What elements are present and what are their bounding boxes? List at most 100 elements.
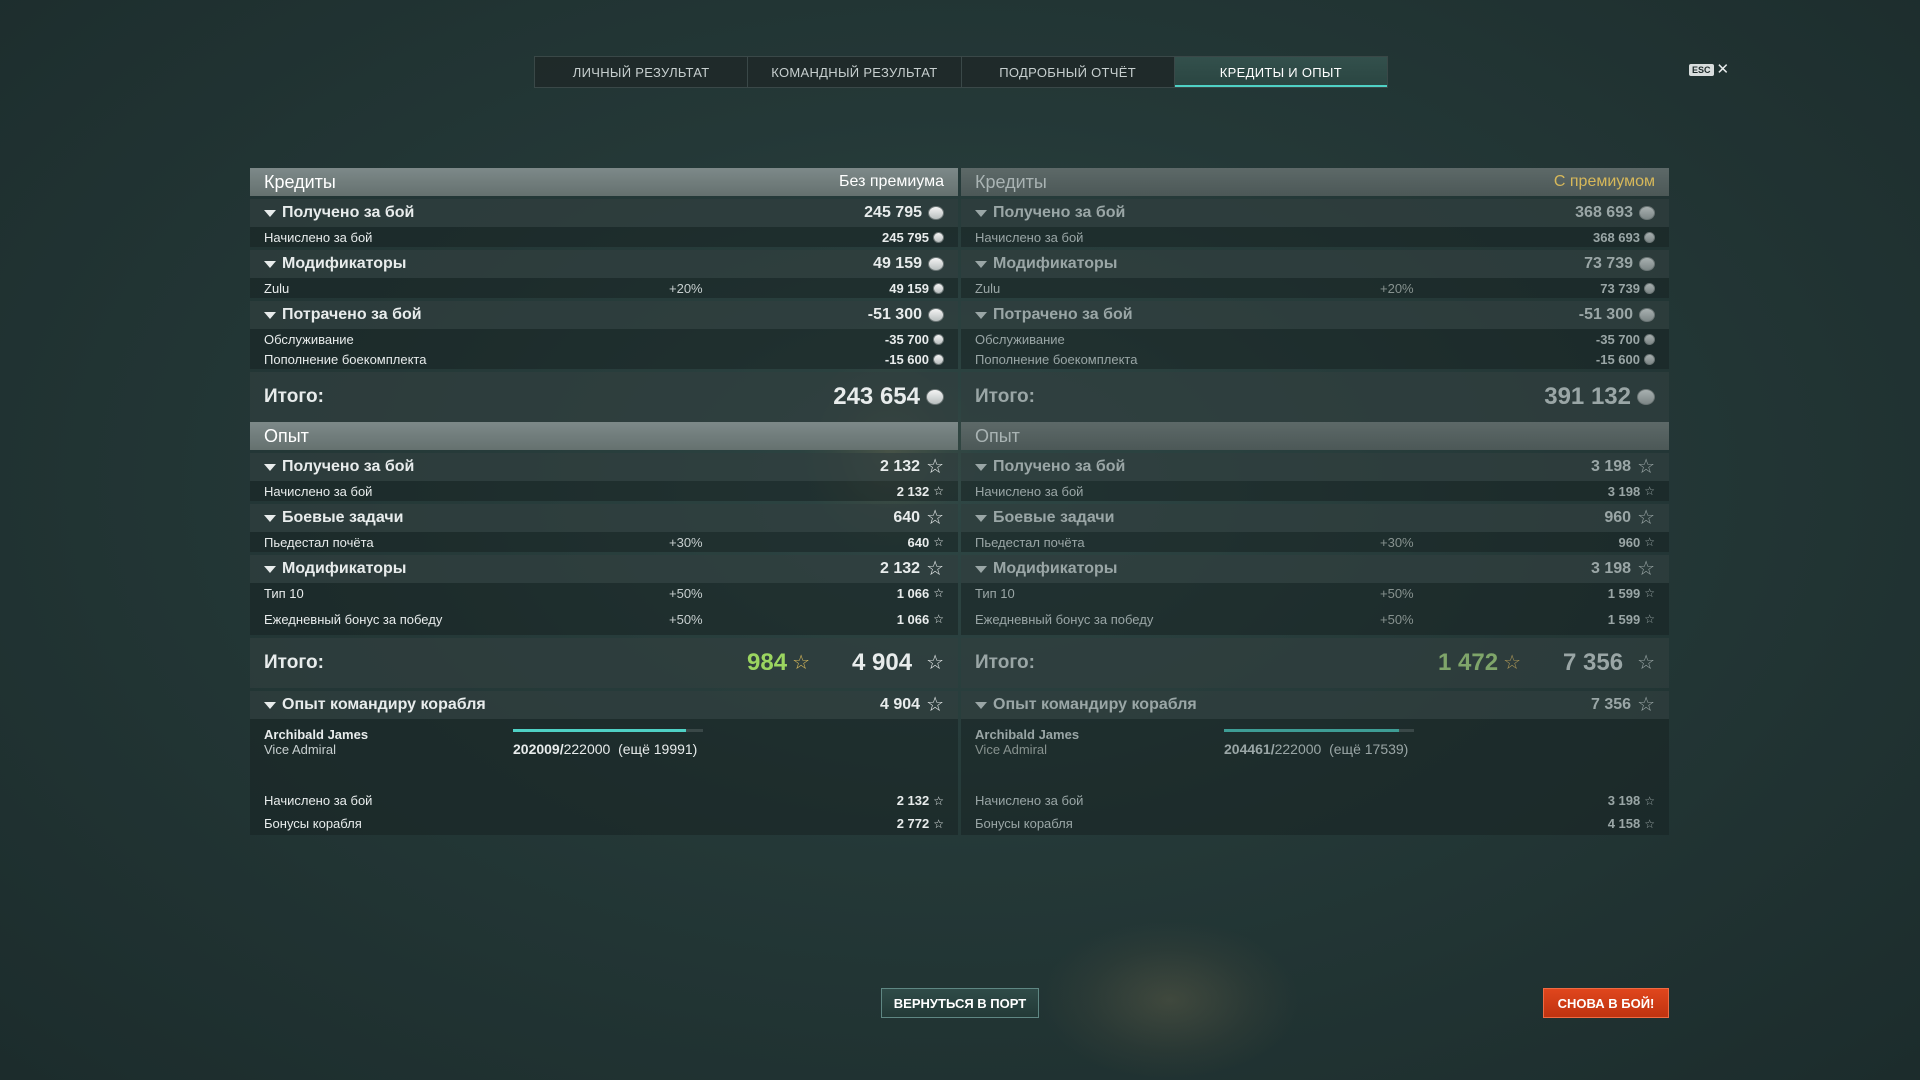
row-label: Начислено за бой: [264, 229, 373, 245]
progress-fill: [1224, 729, 1399, 732]
row-label: Бонусы корабля: [264, 816, 362, 831]
credits-earned-group[interactable]: Получено за бой 245 795: [250, 199, 958, 227]
group-value: 368 693: [1575, 204, 1633, 221]
group-value: 960: [1604, 509, 1632, 526]
commander-card: Archibald James Vice Admiral 202009/2220…: [250, 719, 958, 789]
row-label: Обслуживание: [975, 331, 1065, 347]
credits-title: Кредиты: [975, 171, 1047, 192]
row-value: 2 132: [896, 483, 930, 499]
xp-star-icon: ☆: [933, 793, 944, 808]
commander-progress-bar: [1224, 729, 1414, 732]
row-percent: +50%: [669, 611, 703, 627]
collapse-triangle-icon: [264, 260, 276, 268]
esc-key-icon: ESC: [1689, 63, 1714, 76]
commander-xp-group[interactable]: Опыт командиру корабля 4 904 ☆: [250, 691, 958, 719]
row-percent: +30%: [669, 534, 703, 550]
xp-earned-group[interactable]: Получено за бой 3 198 ☆: [961, 453, 1669, 481]
collapse-triangle-icon: [264, 514, 276, 522]
credits-spent-group[interactable]: Потрачено за бой -51 300: [250, 301, 958, 329]
mode-label: Без премиума: [839, 173, 944, 190]
xp-star-icon: ☆: [1637, 694, 1655, 716]
xp-total: Итого: 984 ☆ 4 904 ☆: [250, 638, 958, 688]
credits-modifiers-group[interactable]: Модификаторы 73 739: [961, 250, 1669, 278]
combat-missions-group[interactable]: Боевые задачи 640 ☆: [250, 504, 958, 532]
credits-total: Итого: 391 132: [961, 372, 1669, 422]
progress-current: 202009: [513, 741, 560, 757]
credits-header: Кредиты С премиумом: [961, 168, 1669, 196]
collapse-triangle-icon: [264, 463, 276, 471]
collapse-triangle-icon: [264, 311, 276, 319]
credits-earned-group[interactable]: Получено за бой 368 693: [961, 199, 1669, 227]
commander-xp-group[interactable]: Опыт командиру корабля 7 356 ☆: [961, 691, 1669, 719]
row-label: Zulu: [264, 280, 290, 296]
row-label: Пьедестал почёта: [975, 534, 1085, 550]
credits-title: Кредиты: [264, 171, 336, 192]
xp-row: Пьедестал почёта +30% 960 ☆: [961, 532, 1669, 552]
mode-label: С премиумом: [1553, 173, 1655, 190]
xp-star-icon: ☆: [1644, 535, 1655, 549]
base-xp-total: 984: [747, 649, 788, 676]
xp-row: Начислено за бой 3 198 ☆: [961, 789, 1669, 812]
xp-star-icon: ☆: [1503, 652, 1521, 674]
xp-modifiers-group[interactable]: Модификаторы 2 132 ☆: [250, 555, 958, 583]
group-label: Получено за бой: [993, 204, 1126, 221]
credit-coin-icon: [933, 333, 944, 345]
credits-spent-group[interactable]: Потрачено за бой -51 300: [961, 301, 1669, 329]
total-label: Итого:: [264, 652, 324, 673]
credit-coin-icon: [1639, 257, 1655, 271]
row-label: Ежедневный бонус за победу: [975, 611, 1154, 627]
credit-coin-icon: [1644, 282, 1655, 294]
background-island: [1040, 920, 1300, 1080]
credits-modifiers-group[interactable]: Модификаторы 49 159: [250, 250, 958, 278]
total-value: 243 654: [833, 383, 920, 410]
row-value: 2 132: [896, 793, 930, 808]
xp-row: Пьедестал почёта +30% 640 ☆: [250, 532, 958, 552]
credit-coin-icon: [928, 206, 944, 220]
xp-modifiers-group[interactable]: Модификаторы 3 198 ☆: [961, 555, 1669, 583]
xp-earned-group[interactable]: Получено за бой 2 132 ☆: [250, 453, 958, 481]
tab-team-result[interactable]: КОМАНДНЫЙ РЕЗУЛЬТАТ: [748, 57, 962, 87]
xp-row: Тип 10 +50% 1 599 ☆: [961, 583, 1669, 603]
tab-credits-and-xp[interactable]: КРЕДИТЫ И ОПЫТ: [1174, 57, 1387, 87]
xp-star-icon: ☆: [792, 652, 810, 674]
credits-row: Начислено за бой 368 693: [961, 227, 1669, 247]
row-value: 1 599: [1607, 585, 1641, 601]
group-label: Боевые задачи: [993, 509, 1115, 526]
return-to-port-button[interactable]: ВЕРНУТЬСЯ В ПОРТ: [881, 988, 1039, 1018]
group-label: Модификаторы: [282, 560, 407, 577]
xp-star-icon: ☆: [1637, 507, 1655, 529]
xp-star-icon: ☆: [1637, 558, 1655, 580]
battle-again-button[interactable]: СНОВА В БОЙ!: [1543, 988, 1669, 1018]
row-value: 368 693: [1593, 229, 1640, 245]
tab-personal-result[interactable]: ЛИЧНЫЙ РЕЗУЛЬТАТ: [535, 57, 749, 87]
tab-detailed-report[interactable]: ПОДРОБНЫЙ ОТЧЁТ: [962, 57, 1175, 87]
group-label: Модификаторы: [993, 560, 1118, 577]
close-button[interactable]: ESC ✕: [1689, 62, 1729, 77]
panel-with-premium: Кредиты С премиумом Получено за бой 368 …: [961, 168, 1669, 835]
collapse-triangle-icon: [264, 209, 276, 217]
xp-star-icon: ☆: [1644, 484, 1655, 498]
group-label: Опыт командиру корабля: [282, 696, 486, 713]
credit-coin-icon: [1644, 333, 1655, 345]
combat-missions-group[interactable]: Боевые задачи 960 ☆: [961, 504, 1669, 532]
xp-title: Опыт: [264, 425, 309, 446]
collapse-triangle-icon: [975, 565, 987, 573]
collapse-triangle-icon: [975, 260, 987, 268]
collapse-triangle-icon: [975, 209, 987, 217]
credits-row: Zulu +20% 73 739: [961, 278, 1669, 298]
row-value: 1 066: [896, 585, 930, 601]
row-value: 1 066: [896, 611, 930, 627]
credit-coin-icon: [933, 231, 944, 243]
group-label: Модификаторы: [282, 255, 407, 272]
xp-star-icon: ☆: [926, 694, 944, 716]
row-value: -15 600: [1595, 351, 1640, 367]
row-label: Пьедестал почёта: [264, 534, 374, 550]
xp-star-icon: ☆: [926, 507, 944, 529]
row-value: 960: [1618, 534, 1641, 550]
panel-without-premium: Кредиты Без премиума Получено за бой 245…: [250, 168, 958, 835]
group-label: Модификаторы: [993, 255, 1118, 272]
group-value: 2 132: [880, 458, 921, 475]
group-label: Получено за бой: [282, 458, 415, 475]
row-value: 3 198: [1607, 483, 1641, 499]
xp-star-icon: ☆: [1644, 816, 1655, 831]
